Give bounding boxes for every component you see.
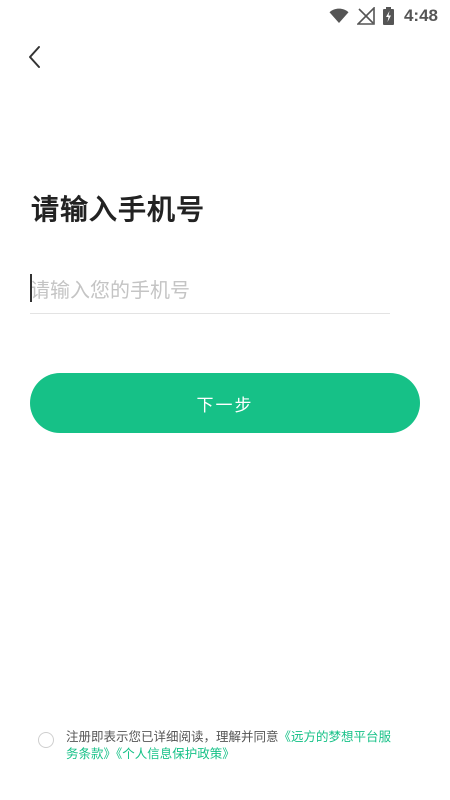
agreement-text: 注册即表示您已详细阅读，理解并同意《远方的梦想平台服务条款》《个人信息保护政策》 — [66, 728, 398, 762]
no-signal-icon — [356, 7, 375, 25]
status-bar: 4:48 — [0, 0, 450, 32]
privacy-link[interactable]: 《个人信息保护政策》 — [116, 746, 235, 761]
agree-radio[interactable] — [38, 732, 54, 748]
phone-input[interactable] — [30, 266, 390, 313]
status-time: 4:48 — [403, 6, 438, 25]
wifi-icon — [329, 8, 349, 24]
next-step-button[interactable]: 下一步 — [30, 373, 420, 433]
back-button[interactable] — [18, 42, 52, 76]
chevron-left-icon — [27, 45, 43, 73]
agreement: 注册即表示您已详细阅读，理解并同意《远方的梦想平台服务条款》《个人信息保护政策》 — [38, 728, 398, 762]
text-caret — [30, 274, 32, 302]
phone-login-screen: 4:48 请输入手机号 下一步 注册即表示您已详细阅读，理解并同意《远方的梦想平… — [0, 0, 450, 800]
agreement-prefix: 注册即表示您已详细阅读，理解并同意 — [66, 729, 279, 744]
battery-charging-icon — [382, 7, 394, 25]
phone-field — [30, 266, 390, 314]
page-title: 请输入手机号 — [31, 193, 206, 226]
